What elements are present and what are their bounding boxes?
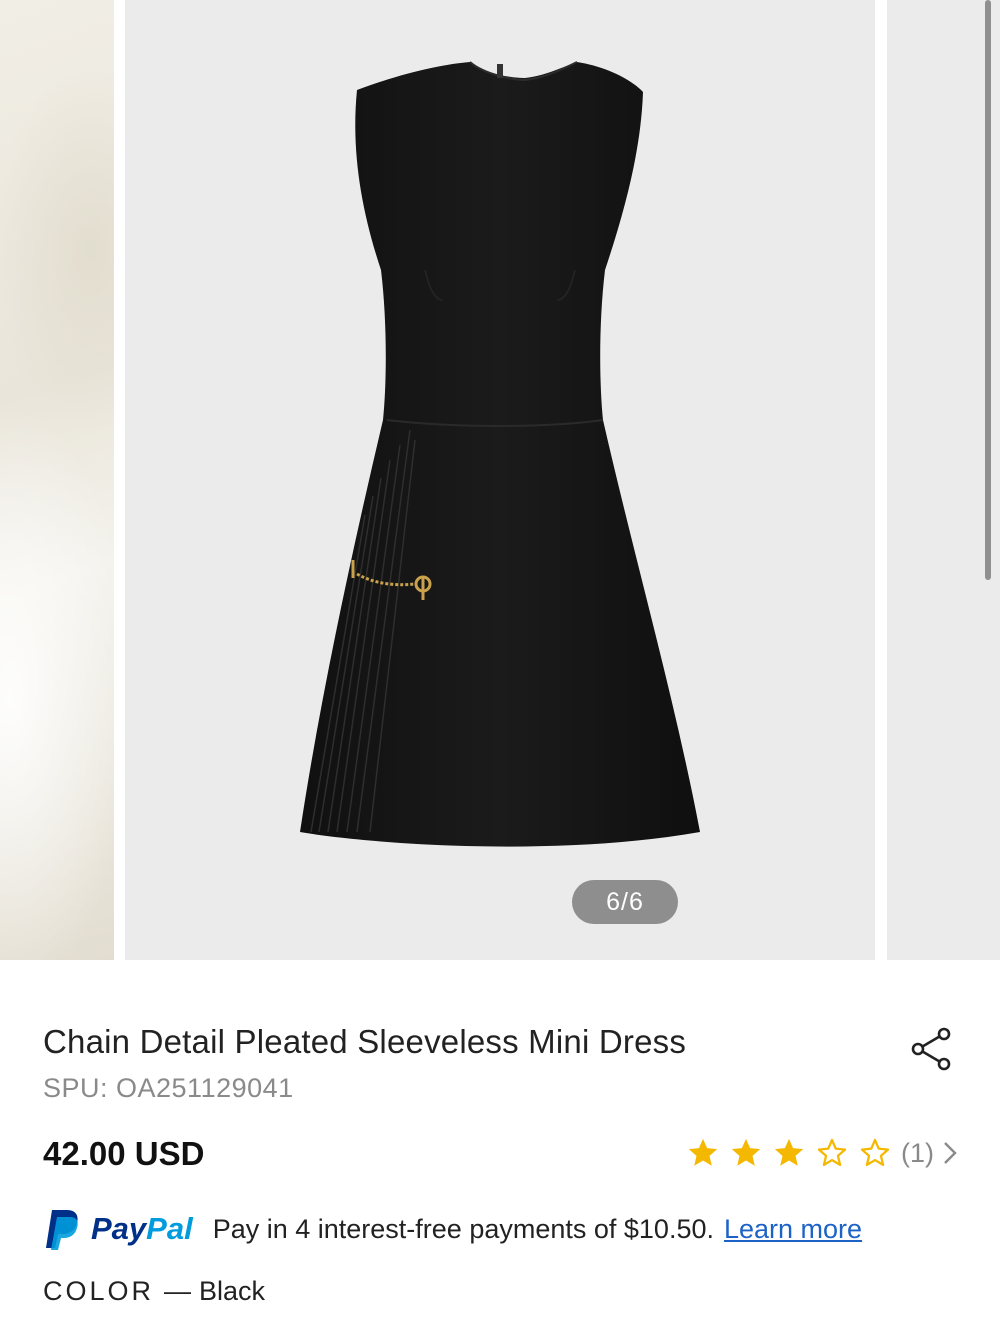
product-price: 42.00 USD: [43, 1135, 205, 1172]
star-empty-icon: [860, 1138, 890, 1167]
next-slide-image[interactable]: [887, 0, 1000, 960]
product-spu: SPU: OA251129041: [43, 1073, 294, 1103]
previous-slide-image[interactable]: [0, 0, 114, 960]
current-slide-image[interactable]: 6/6: [125, 0, 875, 960]
paypal-logo-icon: [46, 1210, 78, 1250]
color-selector-label: COLOR — Black: [43, 1276, 265, 1307]
star-filled-icon: [731, 1138, 761, 1166]
color-label: COLOR: [43, 1276, 155, 1306]
chevron-right-icon: [944, 1142, 957, 1164]
product-title: Chain Detail Pleated Sleeveless Mini Dre…: [43, 1023, 687, 1060]
learn-more-link[interactable]: Learn more: [724, 1214, 862, 1245]
paypal-wordmark-pal: Pal: [146, 1211, 193, 1246]
review-count: (1): [901, 1137, 934, 1168]
star-filled-icon: [688, 1138, 718, 1166]
share-icon[interactable]: [906, 1024, 956, 1074]
dress-image: [300, 61, 700, 847]
paypal-pay-later-banner: PayPal Pay in 4 interest-free payments o…: [43, 1205, 862, 1253]
color-value: Black: [199, 1276, 266, 1306]
star-empty-icon: [817, 1138, 847, 1167]
star-filled-icon: [774, 1138, 804, 1166]
scrollbar[interactable]: [985, 0, 991, 580]
color-separator: —: [164, 1276, 192, 1306]
slide-pager: 6/6: [572, 880, 678, 924]
paypal-message: Pay in 4 interest-free payments of $10.5…: [212, 1213, 714, 1244]
product-image-gallery[interactable]: 6/6: [0, 0, 1000, 960]
rating-summary[interactable]: (1): [686, 1132, 958, 1174]
paypal-wordmark-pay: Pay: [91, 1211, 147, 1246]
paypal-wordmark: PayPal: [91, 1211, 193, 1247]
